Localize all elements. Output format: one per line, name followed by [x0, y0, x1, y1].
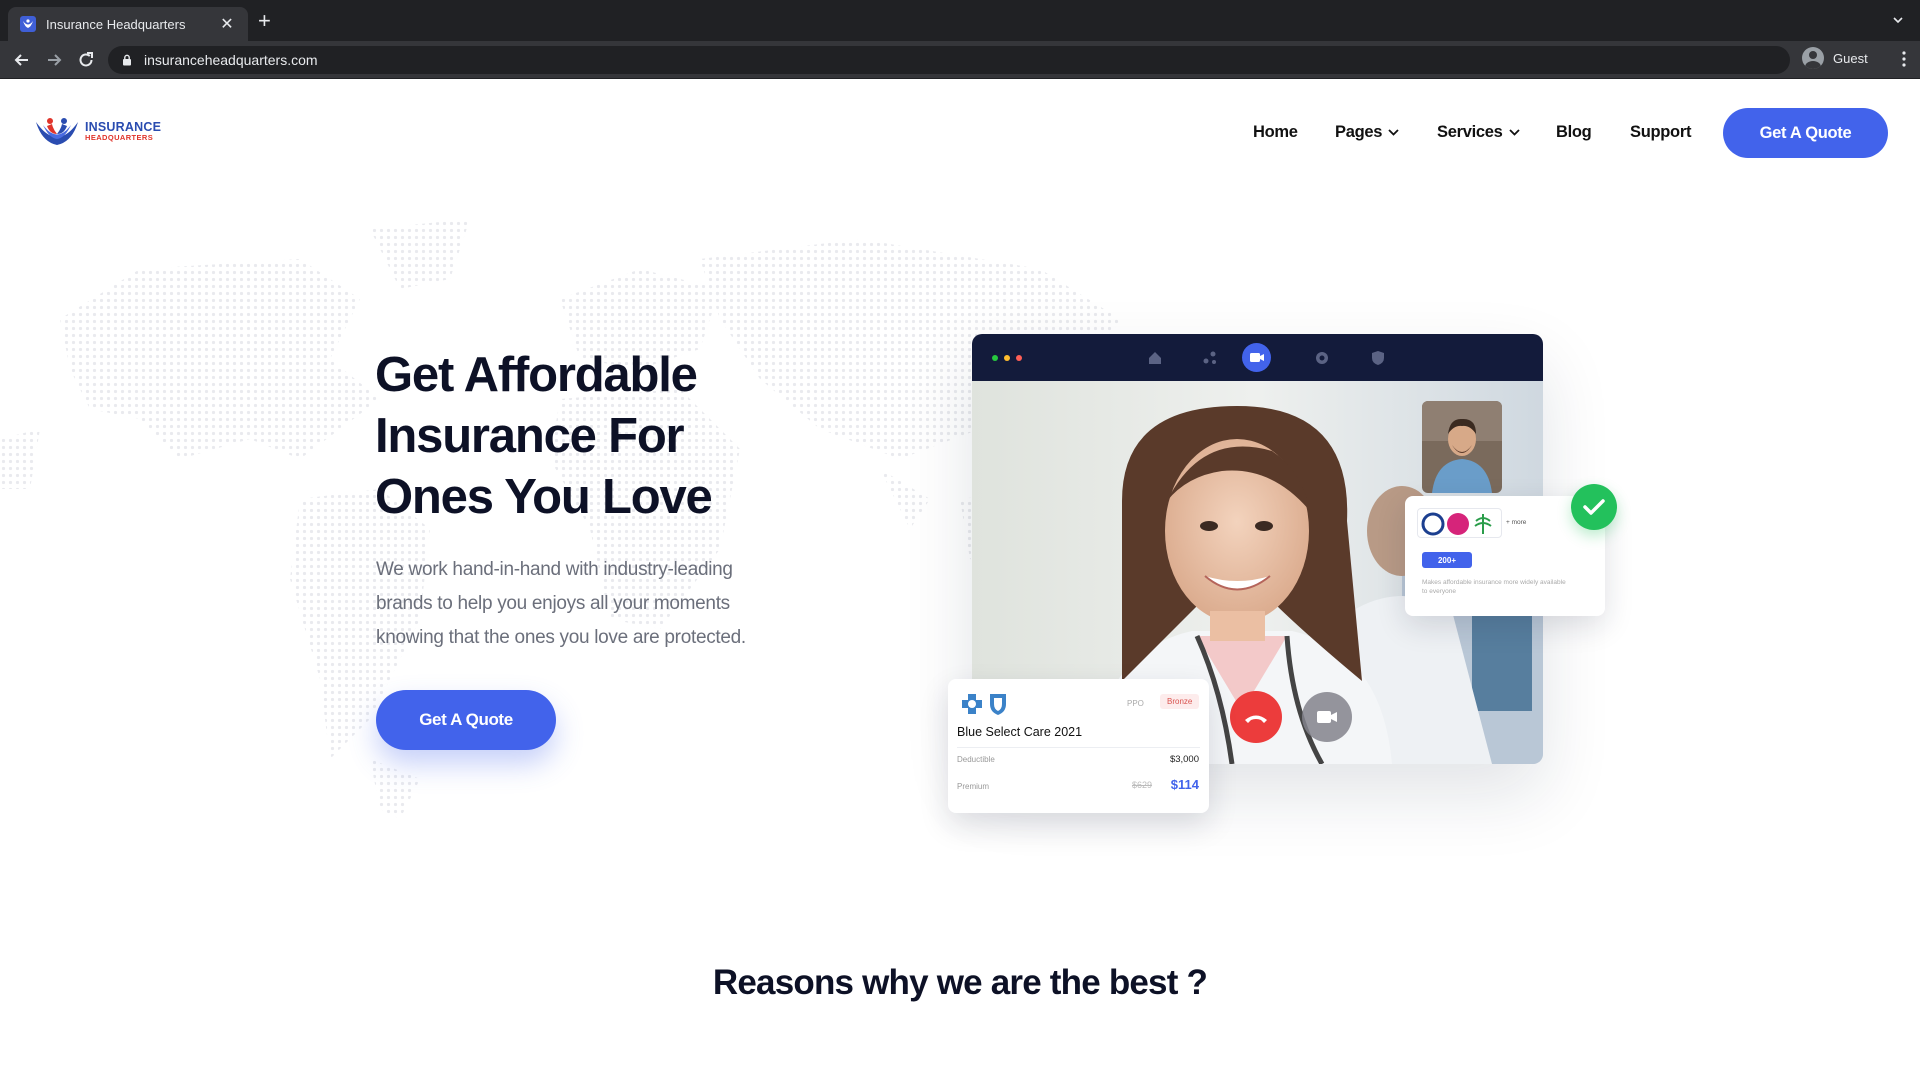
check-icon [1571, 484, 1617, 530]
shield-icon [1372, 351, 1384, 365]
deductible-value: $3,000 [1169, 754, 1199, 765]
blue-cross-shield-icon [962, 694, 1006, 715]
hero-description: We work hand-in-hand with industry-leadi… [376, 559, 746, 648]
plan-card: PPO Bronze Blue Select Care 2021 Deducti… [948, 679, 1209, 813]
plan-type-label: PPO [1127, 699, 1144, 708]
carriers-note: Makes affordable insurance more widely a… [1422, 579, 1566, 595]
more-carriers-label: + more [1506, 519, 1527, 526]
nav-home[interactable]: Home [1253, 123, 1298, 142]
address-bar[interactable]: insuranceheadquarters.com [108, 46, 1790, 74]
nav-pages[interactable]: Pages [1335, 123, 1399, 142]
window-dot-icon [1016, 355, 1022, 361]
nav-get-quote-button[interactable]: Get A Quote [1723, 108, 1888, 158]
main-nav: Home Pages Services Blog Support [0, 123, 1920, 153]
url-text: insuranceheadquarters.com [144, 52, 318, 68]
nav-support[interactable]: Support [1630, 123, 1691, 142]
video-camera-icon [1302, 692, 1352, 742]
hero-title-line: Insurance For [375, 409, 685, 463]
forward-arrow-icon[interactable] [44, 50, 64, 70]
profile-label: Guest [1833, 50, 1868, 66]
nav-blog-label: Blog [1556, 123, 1592, 141]
home-icon [1149, 352, 1161, 364]
close-icon[interactable]: ✕ [218, 14, 236, 34]
nav-home-label: Home [1253, 123, 1298, 141]
chevron-down-icon [1508, 129, 1520, 136]
hero-get-quote-button[interactable]: Get A Quote [376, 690, 556, 750]
nav-blog[interactable]: Blog [1556, 123, 1592, 142]
page-viewport: INSURANCE HEADQUARTERS Home Pages Servic… [0, 79, 1920, 1080]
browser-tab-bar: Insurance Headquarters ✕ + [0, 0, 1920, 41]
browser-toolbar: insuranceheadquarters.com Guest [0, 41, 1920, 79]
caller-thumbnail-image [1422, 401, 1502, 493]
profile-button[interactable]: Guest [1802, 47, 1868, 69]
kebab-menu-icon[interactable] [1902, 51, 1906, 67]
share-icon [1203, 351, 1216, 364]
carrier-count-badge: 200+ [1422, 552, 1472, 568]
settings-icon [1316, 352, 1328, 364]
premium-old-value: $629 [1132, 780, 1153, 790]
premium-new-value: $114 [1170, 777, 1199, 792]
premium-label: Premium [957, 782, 990, 791]
profile-icon [1802, 47, 1824, 69]
chevron-down-icon [1388, 129, 1399, 136]
lock-icon [123, 54, 131, 66]
nav-support-label: Support [1630, 123, 1692, 141]
video-camera-icon [1242, 343, 1271, 372]
mockup-toolbar [972, 334, 1543, 381]
window-dot-icon [992, 355, 998, 361]
browser-tab[interactable]: Insurance Headquarters ✕ [8, 7, 248, 41]
tab-title: Insurance Headquarters [46, 16, 186, 32]
plan-name: Blue Select Care 2021 [957, 725, 1083, 739]
nav-services[interactable]: Services [1437, 123, 1520, 142]
reasons-section-title: Reasons why we are the best ? [712, 963, 1208, 1002]
hero-title-line: Ones You Love [375, 470, 713, 524]
window-dot-icon [1004, 355, 1010, 361]
site-favicon-icon [20, 16, 36, 32]
nav-pages-label: Pages [1335, 123, 1383, 141]
plan-tier-badge: Bronze [1160, 694, 1200, 709]
back-arrow-icon[interactable] [12, 50, 32, 70]
tab-search-icon[interactable] [1892, 14, 1904, 26]
carrier-logos [1417, 508, 1502, 538]
reload-icon[interactable] [76, 50, 96, 70]
deductible-label: Deductible [957, 755, 995, 764]
plus-icon[interactable]: + [258, 10, 271, 32]
hang-up-icon [1230, 691, 1282, 743]
divider [957, 747, 1200, 748]
hero-title-line: Get Affordable [375, 348, 698, 402]
nav-services-label: Services [1437, 123, 1503, 141]
hero-title: Get Affordable Insurance For Ones You Lo… [375, 345, 835, 528]
